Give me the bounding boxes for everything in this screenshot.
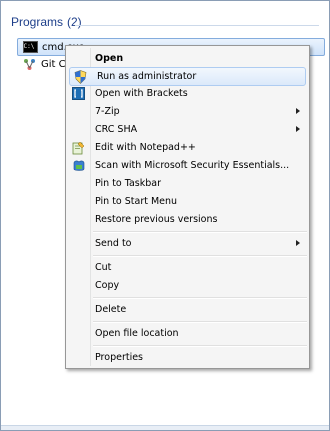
menu-item-crc-sha[interactable]: CRC SHA [68,121,307,138]
menu-item-label: Send to [95,238,132,249]
menu-item-label: Copy [95,280,120,291]
menu-item-send-to[interactable]: Send to [68,235,307,252]
context-menu: Open Run as administrator Open with Brac… [65,45,310,369]
menu-separator [93,255,307,257]
menu-item-label: Open [95,53,124,64]
panel-footer [1,425,329,430]
menu-separator [93,345,307,347]
menu-item-run-as-administrator[interactable]: Run as administrator [69,67,306,86]
menu-item-label: 7-Zip [95,106,120,117]
mse-icon [71,158,86,173]
menu-separator [93,321,307,323]
menu-item-label: Cut [95,262,112,273]
menu-item-cut[interactable]: Cut [68,259,307,276]
menu-item-label: Properties [95,352,144,363]
notepadpp-icon [71,140,86,155]
menu-separator [93,231,307,233]
submenu-arrow-icon [296,108,300,114]
menu-item-label: Open file location [95,328,179,339]
menu-item-delete[interactable]: Delete [68,301,307,318]
git-icon [21,57,37,71]
group-divider [75,25,319,26]
menu-item-label: CRC SHA [95,124,138,135]
menu-item-scan-mse[interactable]: Scan with Microsoft Security Essentials.… [68,157,307,174]
menu-item-pin-to-taskbar[interactable]: Pin to Taskbar [68,175,307,192]
cmd-icon: C:\ [22,40,38,54]
menu-item-label: Pin to Taskbar [95,178,162,189]
menu-item-properties[interactable]: Properties [68,349,307,366]
menu-item-open-with-brackets[interactable]: Open with Brackets [68,85,307,102]
menu-item-7-zip[interactable]: 7-Zip [68,103,307,120]
menu-item-label: Pin to Start Menu [95,196,178,207]
menu-item-pin-to-start-menu[interactable]: Pin to Start Menu [68,193,307,210]
menu-item-label: Delete [95,304,127,315]
menu-item-open[interactable]: Open [68,50,307,67]
group-title: Programs [11,15,64,29]
menu-item-label: Scan with Microsoft Security Essentials.… [95,160,290,171]
menu-item-restore-previous-versions[interactable]: Restore previous versions [68,211,307,228]
menu-item-label: Run as administrator [97,71,197,82]
menu-item-copy[interactable]: Copy [68,277,307,294]
group-count: (2) [67,15,82,29]
menu-item-label: Open with Brackets [95,88,188,99]
menu-item-edit-with-notepadpp[interactable]: Edit with Notepad++ [68,139,307,156]
submenu-arrow-icon [296,126,300,132]
menu-item-open-file-location[interactable]: Open file location [68,325,307,342]
submenu-arrow-icon [296,240,300,246]
uac-shield-icon [73,69,88,84]
menu-item-label: Restore previous versions [95,214,218,225]
menu-separator [93,297,307,299]
menu-item-label: Edit with Notepad++ [95,142,196,153]
brackets-icon [71,86,86,101]
programs-group-header: Programs (2) [11,15,82,29]
